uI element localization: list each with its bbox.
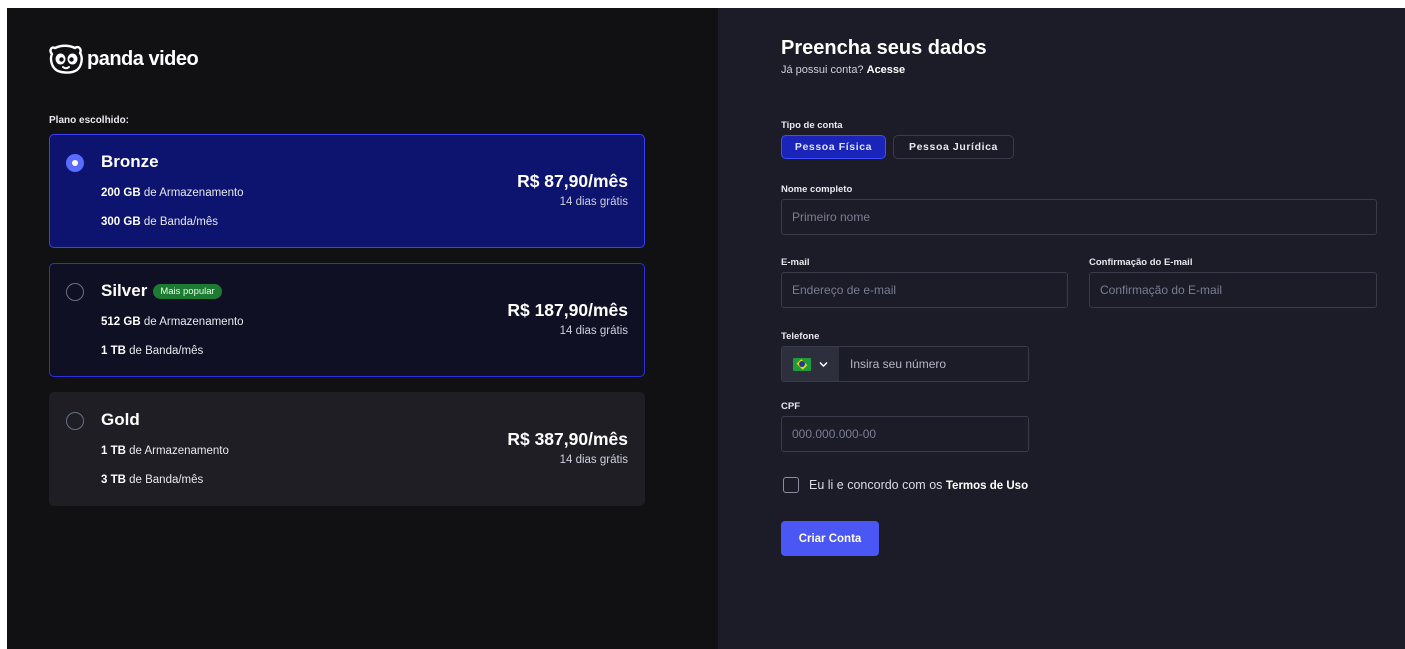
plan-card-silver[interactable]: Silver Mais popular 512 GB de Armazename… — [49, 263, 645, 377]
storage-value: 512 GB — [101, 316, 141, 328]
create-account-button[interactable]: Criar Conta — [781, 521, 879, 556]
plan-bandwidth: 3 TB de Banda/mês — [101, 474, 203, 486]
phone-label: Telefone — [781, 331, 820, 342]
form-title: Preencha seus dados — [781, 37, 987, 59]
popular-badge: Mais popular — [153, 283, 222, 299]
plan-trial: 14 dias grátis — [559, 196, 628, 208]
plan-radio-bronze[interactable] — [66, 154, 84, 172]
email-label: E-mail — [781, 257, 810, 268]
plan-bandwidth: 300 GB de Banda/mês — [101, 216, 218, 228]
terms-checkbox[interactable] — [783, 477, 799, 493]
plan-panel: panda video Plano escolhido: Bronze 200 … — [7, 8, 718, 649]
plan-bandwidth: 1 TB de Banda/mês — [101, 345, 203, 357]
login-prompt-text: Já possui conta? — [781, 64, 867, 76]
account-type-label: Tipo de conta — [781, 120, 843, 131]
plan-storage: 1 TB de Armazenamento — [101, 445, 229, 457]
account-type-pessoa-juridica[interactable]: Pessoa Jurídica — [893, 135, 1014, 159]
plan-price: R$ 87,90/mês — [517, 171, 628, 191]
plan-section-label: Plano escolhido: — [49, 115, 130, 126]
plan-trial: 14 dias grátis — [559, 325, 628, 337]
bandwidth-value: 300 GB — [101, 216, 141, 228]
plan-storage: 200 GB de Armazenamento — [101, 187, 244, 199]
plan-price: R$ 187,90/mês — [507, 300, 628, 320]
brazil-flag-icon — [793, 357, 811, 371]
storage-text: de Armazenamento — [140, 187, 244, 199]
plan-name-text: Gold — [101, 410, 140, 429]
account-type-pessoa-fisica[interactable]: Pessoa Física — [781, 135, 886, 159]
terms-link[interactable]: Termos de Uso — [946, 480, 1028, 492]
terms-text: Eu li e concordo com os Termos de Uso — [809, 478, 1028, 492]
email-confirm-label: Confirmação do E-mail — [1089, 257, 1193, 268]
signup-form-panel: Preencha seus dados Já possui conta? Ace… — [718, 8, 1405, 649]
bandwidth-value: 3 TB — [101, 474, 126, 486]
phone-input[interactable] — [839, 347, 1028, 381]
panda-face-icon — [49, 44, 83, 74]
terms-label: Eu li e concordo com os — [809, 478, 946, 492]
storage-value: 200 GB — [101, 187, 141, 199]
plan-price: R$ 387,90/mês — [507, 429, 628, 449]
plan-name: Bronze — [101, 152, 159, 172]
plan-card-gold[interactable]: Gold 1 TB de Armazenamento 3 TB de Banda… — [49, 392, 645, 506]
bandwidth-text: de Banda/mês — [125, 345, 204, 357]
storage-text: de Armazenamento — [140, 316, 244, 328]
plan-name: Gold — [101, 410, 140, 430]
bandwidth-value: 1 TB — [101, 345, 126, 357]
plan-card-bronze[interactable]: Bronze 200 GB de Armazenamento 300 GB de… — [49, 134, 645, 248]
plan-radio-silver[interactable] — [66, 283, 84, 301]
full-name-label: Nome completo — [781, 184, 853, 195]
phone-field — [781, 346, 1029, 382]
storage-text: de Armazenamento — [125, 445, 229, 457]
brand-logo[interactable]: panda video — [49, 43, 199, 75]
login-prompt: Já possui conta? Acesse — [781, 64, 905, 76]
plan-radio-gold[interactable] — [66, 412, 84, 430]
country-code-select[interactable] — [782, 347, 839, 381]
bandwidth-text: de Banda/mês — [140, 216, 218, 228]
plan-trial: 14 dias grátis — [559, 454, 628, 466]
cpf-input[interactable] — [781, 416, 1029, 452]
email-confirm-input[interactable] — [1089, 272, 1377, 308]
storage-value: 1 TB — [101, 445, 126, 457]
login-link[interactable]: Acesse — [867, 64, 906, 76]
plan-name: Silver Mais popular — [101, 281, 222, 301]
brand-name: panda video — [87, 47, 199, 70]
plan-storage: 512 GB de Armazenamento — [101, 316, 244, 328]
bandwidth-text: de Banda/mês — [125, 474, 204, 486]
plan-name-text: Bronze — [101, 152, 159, 171]
signup-page: panda video Plano escolhido: Bronze 200 … — [7, 8, 1405, 649]
email-input[interactable] — [781, 272, 1068, 308]
chevron-down-icon — [819, 361, 828, 367]
full-name-input[interactable] — [781, 199, 1377, 235]
cpf-label: CPF — [781, 401, 800, 412]
plan-name-text: Silver — [101, 281, 148, 300]
